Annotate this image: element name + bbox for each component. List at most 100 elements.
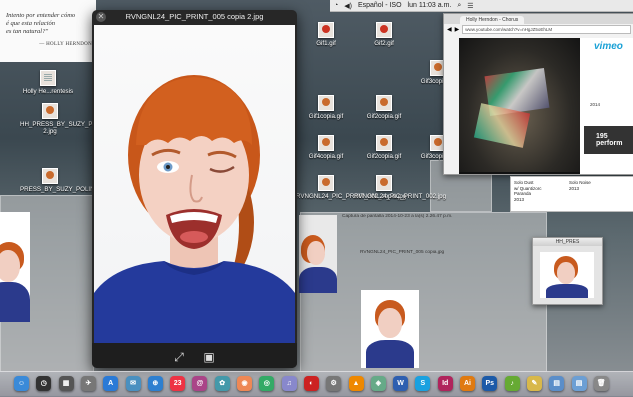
image-icon xyxy=(376,175,392,191)
window-title: Captura de pantalla 2014-10-23 a la(s) 2… xyxy=(342,214,453,219)
quote-line: Intento por entender cómo xyxy=(6,12,76,19)
dock-iphoto-icon[interactable]: ✿ xyxy=(214,376,230,391)
dock-trash-icon[interactable]: 🗑 xyxy=(593,376,609,391)
icon-label: RVNGNL24_PIC_PRINT_002.jpg xyxy=(354,193,447,200)
video-player[interactable] xyxy=(459,38,580,174)
dock-calendar-icon[interactable]: 23 xyxy=(170,376,186,391)
desktop-icon[interactable]: Gif4copia.gif xyxy=(296,135,356,160)
dock-indesign-icon[interactable]: Id xyxy=(437,376,453,391)
dock-chrome-icon[interactable]: ◎ xyxy=(259,376,275,391)
quote-author: — HOLLY HERNDON xyxy=(39,42,92,47)
image-icon xyxy=(318,175,334,191)
desktop-icon[interactable]: Gif1.gif xyxy=(296,22,356,47)
quote-line: es tan natural?" xyxy=(6,28,49,35)
dock-folder-documents-icon[interactable]: ▤ xyxy=(571,376,587,391)
dock-itunes-icon[interactable]: ♫ xyxy=(281,376,297,391)
image-icon xyxy=(42,103,58,119)
back-icon[interactable]: ◀ xyxy=(447,26,452,33)
dock-notes-icon[interactable]: ✎ xyxy=(526,376,542,391)
image-icon xyxy=(318,135,334,151)
dock-photoshop-icon[interactable]: Ps xyxy=(482,376,498,391)
clock[interactable]: lun 11:03 a.m. xyxy=(408,2,452,9)
icon-label: Holly He...rentesis xyxy=(22,88,74,95)
vimeo-performance-title: 195 perform xyxy=(596,133,623,147)
dock-firefox-icon[interactable]: ◉ xyxy=(237,376,252,391)
spotlight-icon[interactable]: ⌕ xyxy=(457,2,461,10)
image-icon xyxy=(318,95,334,111)
fullscreen-icon[interactable]: ⤢ xyxy=(170,350,188,364)
dock-mail-icon[interactable]: ✉ xyxy=(125,376,141,391)
vimeo-logo: vimeo xyxy=(594,41,623,52)
url-field[interactable]: www.youtube.com/watch?v=nHgJZ5oEhLM xyxy=(462,24,631,34)
quicklook-window[interactable]: RVNGNL24_PIC_PRINT_005 copia 2.jpg ✕ ⤢ ▣ xyxy=(92,10,297,368)
icon-label: PRESS_BY_SUZY_POLING_2.jpg xyxy=(20,186,117,193)
window-title: RVNGNL24_PIC_PRINT_005 copia.jpg xyxy=(360,250,445,255)
window-title: HH_PRES xyxy=(533,238,602,246)
desktop-icon[interactable]: RVNGNL24_PIC_PRINT_002_copia.jpg xyxy=(296,175,407,200)
browser-tab[interactable]: Holly Herndon - Chorus xyxy=(460,16,525,24)
dock-spotify-icon[interactable]: ♪ xyxy=(504,376,520,391)
close-icon[interactable]: ✕ xyxy=(96,12,106,22)
photo-thumbnail xyxy=(540,252,594,298)
image-icon xyxy=(318,22,334,38)
credit-text: Solo Noise xyxy=(569,180,591,185)
icon-label: RVNGNL24_PIC_PRINT_002_copia.jpg xyxy=(296,193,407,200)
volume-icon[interactable]: ◀) xyxy=(344,2,352,10)
desktop-icon[interactable]: HH_PRESS_BY_SUZY_POLING...ido 2.jpg xyxy=(20,103,126,135)
tab-strip: Holly Herndon - Chorus xyxy=(444,14,633,24)
wifi-icon[interactable]: ◔ xyxy=(334,2,338,9)
dock-launchpad-icon[interactable]: ✈ xyxy=(80,376,96,391)
dock-safari-icon[interactable]: ⊕ xyxy=(147,376,163,391)
menu-bar: ◔ ◀) Español - ISO lun 11:03 a.m. ⌕ ☰ xyxy=(330,0,633,12)
desktop-icon[interactable]: Holly He...rentesis xyxy=(18,70,78,95)
dock-mission-control-icon[interactable]: ▦ xyxy=(58,376,74,391)
dock-dashboard-icon[interactable]: ◷ xyxy=(36,376,52,391)
dock-vlc-icon[interactable]: ▲ xyxy=(348,376,364,391)
dock: ☺ ◷ ▦ ✈ A ✉ ⊕ 23 @ ✿ ◉ ◎ ♫ ◐ ⚙ ▲ ◈ W S Id Ai Ps ♪ ✎ ▤ ▤ 🗑 xyxy=(0,371,633,397)
open-with-iphoto-icon[interactable]: ▣ xyxy=(200,350,218,364)
icon-label: Gif1.gif xyxy=(316,40,336,47)
icon-label: Gif2copia.gif xyxy=(366,153,402,160)
desktop-icon[interactable]: Gif1copia.gif xyxy=(296,95,356,120)
video-progress-bar[interactable] xyxy=(459,172,580,174)
browser-window[interactable]: Holly Herndon - Chorus ◀ ▶ www.youtube.c… xyxy=(443,13,633,175)
icon-label: Gif1copia.gif xyxy=(308,113,344,120)
portrait-photo xyxy=(94,25,295,343)
image-icon xyxy=(376,135,392,151)
dock-app-store-icon[interactable]: A xyxy=(103,376,119,391)
desktop-icon[interactable]: RVNGNL24_PIC_PRINT_002.jpg xyxy=(354,175,447,200)
quicklook-title: RVNGNL24_PIC_PRINT_005 copia 2.jpg xyxy=(125,12,264,21)
image-window[interactable]: HH_PRES xyxy=(532,237,603,305)
credits-panel: Solo Dust w/ Quantizorc Paranda 2013 Sol… xyxy=(510,176,633,212)
aside-text: 2014 xyxy=(590,102,601,107)
icon-label: Gif4copia.gif xyxy=(308,153,344,160)
desktop-icon[interactable]: Gif2.gif xyxy=(354,22,414,47)
image-icon xyxy=(376,95,392,111)
url-bar: ◀ ▶ www.youtube.com/watch?v=nHgJZ5oEhLM xyxy=(444,24,633,34)
dock-skype-icon[interactable]: S xyxy=(415,376,431,391)
notification-icon[interactable]: ☰ xyxy=(467,2,473,10)
input-source[interactable]: Español - ISO xyxy=(358,2,402,9)
dock-contacts-icon[interactable]: @ xyxy=(192,376,208,391)
dock-system-prefs-icon[interactable]: ⚙ xyxy=(326,376,342,391)
quote-line: é que esta relación xyxy=(6,20,56,27)
dock-word-icon[interactable]: W xyxy=(393,376,409,391)
photo-thumbnail xyxy=(0,212,30,322)
dock-preview-icon[interactable]: ◈ xyxy=(370,376,386,391)
forward-icon[interactable]: ▶ xyxy=(455,26,460,33)
icon-label: Gif2copia.gif xyxy=(366,113,402,120)
image-icon xyxy=(376,22,392,38)
dock-illustrator-icon[interactable]: Ai xyxy=(460,376,475,391)
background-window xyxy=(300,212,547,372)
text-document-window: Intento por entender cómo é que esta rel… xyxy=(0,0,96,62)
photo-thumbnail xyxy=(299,215,337,293)
icon-label: HH_PRESS_BY_SUZY_POLING...ido 2.jpg xyxy=(20,121,126,135)
dock-finder-icon[interactable]: ☺ xyxy=(14,376,29,391)
desktop-icon[interactable]: PRESS_BY_SUZY_POLING_2.jpg xyxy=(20,168,117,193)
photo-thumbnail xyxy=(361,290,419,368)
desktop-icon[interactable]: Gif2copia.gif xyxy=(354,135,414,160)
vimeo-panel: vimeo 2014 195 perform xyxy=(580,38,633,174)
dock-photo-booth-icon[interactable]: ◐ xyxy=(303,376,319,391)
desktop-icon[interactable]: Gif2copia.gif xyxy=(354,95,414,120)
dock-folder-applications-icon[interactable]: ▤ xyxy=(549,376,565,391)
